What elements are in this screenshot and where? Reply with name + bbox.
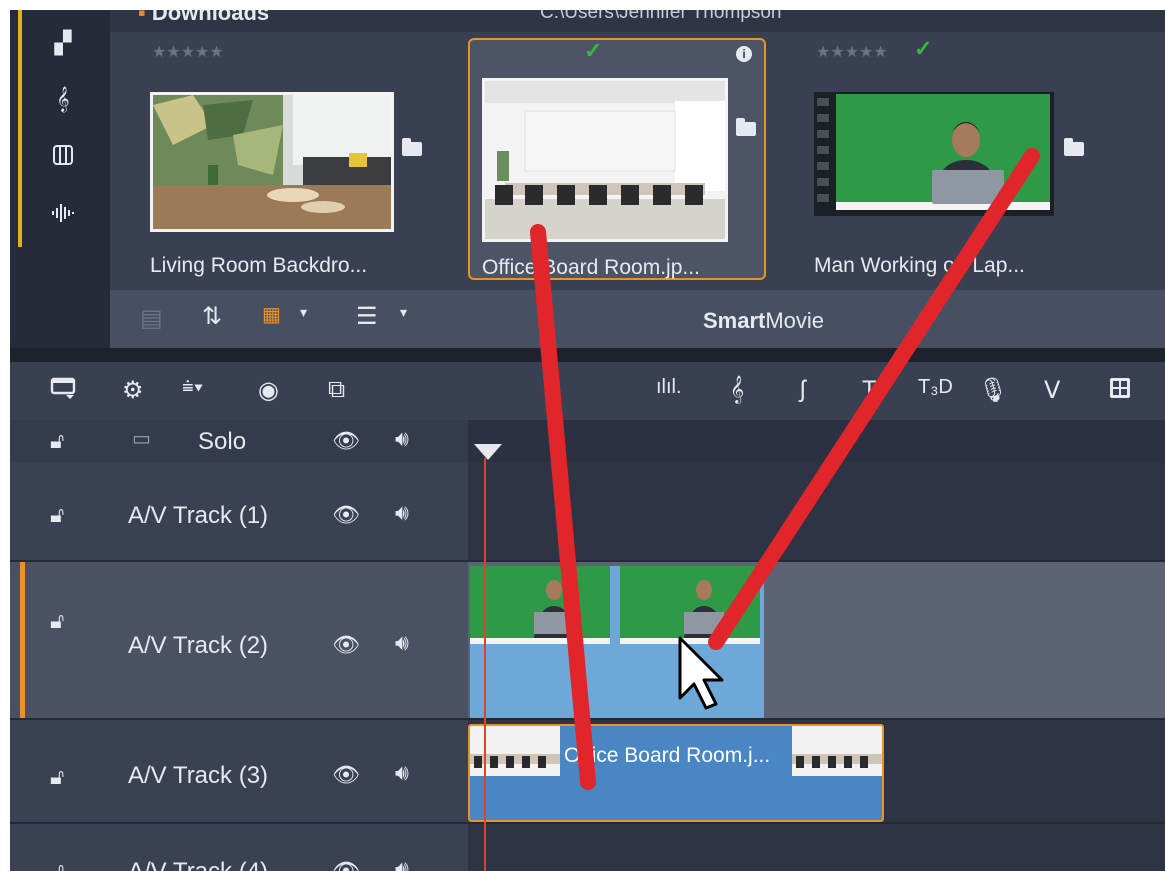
title-3d-icon[interactable]: T₃D xyxy=(918,376,953,399)
grid-view-icon[interactable]: ▦ xyxy=(262,302,281,327)
folder-title-text: Downloads xyxy=(151,10,270,25)
track-name: A/V Track (3) xyxy=(128,762,269,789)
item-label: Living Room Backdro... xyxy=(150,254,368,277)
list-view-icon[interactable]: ☰ xyxy=(356,302,378,331)
swap-icon[interactable]: ⇅ xyxy=(202,302,222,331)
item-label: Office Board Room.jp... xyxy=(482,256,700,279)
clip-label: Office Board Room.j... xyxy=(564,744,771,767)
monitor-icon[interactable] xyxy=(50,376,76,407)
folder-icon[interactable] xyxy=(402,138,422,156)
track-solo: 🔓︎ ▭ Solo 👁︎ 🔊︎ xyxy=(10,420,1165,462)
track-header: 🔓︎ A/V Track (3) 👁︎ 🔊︎ xyxy=(10,720,468,824)
library-path-bar: ▪ Downloads C:\Users\Jennifer Thompson xyxy=(110,10,1165,32)
lock-icon[interactable]: 🔓︎ xyxy=(50,764,64,790)
eye-icon[interactable]: 👁︎ xyxy=(332,762,360,788)
timeline-toolbar: ⚙ ⩧▾ ◉ ⧉ ılıl. 𝄞 ʃ T T₃D 🎙 ᐯ xyxy=(10,362,1165,420)
panel-divider[interactable] xyxy=(10,348,1165,362)
music-clef-icon[interactable]: 𝄞 xyxy=(50,86,76,112)
microphone-icon[interactable]: 🎙 xyxy=(978,376,1008,405)
clip-icon[interactable]: ▭ xyxy=(132,426,151,451)
check-icon: ✓ xyxy=(914,36,933,61)
smartmovie-rest: Movie xyxy=(765,308,825,333)
speaker-icon[interactable]: 🔊︎ xyxy=(395,856,409,871)
smartmovie-bold: Smart xyxy=(703,308,766,333)
track-selected-marker xyxy=(20,562,25,720)
audio-mixer-icon[interactable]: ılıl. xyxy=(656,376,682,399)
library-grid: ★★★★★ Living Room Backdro... ✓ i Office … xyxy=(110,32,1165,290)
folder-icon[interactable] xyxy=(736,118,756,136)
library-sidebar: ▞ 𝄞 xyxy=(10,10,110,348)
lock-icon[interactable]: 🔓︎ xyxy=(50,608,64,634)
track-name: A/V Track (4) xyxy=(128,858,268,871)
music-clef-icon[interactable]: 𝄞 xyxy=(730,376,744,404)
playhead-line[interactable] xyxy=(484,458,486,871)
speaker-icon[interactable]: 🔊︎ xyxy=(395,760,409,786)
smartmovie-button[interactable]: SmartMovie xyxy=(703,308,824,334)
track-header: 🔓︎ ▭ Solo 👁︎ 🔊︎ xyxy=(10,420,468,462)
track-name: A/V Track (2) xyxy=(128,632,269,659)
thumbnail-man-working xyxy=(814,92,1054,216)
layers-icon[interactable]: ⧉ xyxy=(328,376,345,404)
library-panel: ▞ 𝄞 ▪ Downloads C:\Users\Jennifer Thompso… xyxy=(10,10,1165,348)
track-av-4: 🔓︎ A/V Track (4) 👁︎ 🔊︎ xyxy=(10,824,1165,871)
eye-icon[interactable]: 👁︎ xyxy=(332,428,360,454)
track-lane[interactable] xyxy=(468,420,1165,462)
gear-icon[interactable]: ⚙ xyxy=(122,376,144,405)
track-av-1: 🔓︎ A/V Track (1) 👁︎ 🔊︎ xyxy=(10,462,1165,562)
library-toolbar: ▤ ⇅ ▦ ▾ ☰ ▾ SmartMovie xyxy=(110,290,1165,348)
eye-icon[interactable]: 👁︎ xyxy=(332,858,360,871)
grid-icon[interactable] xyxy=(1108,376,1132,407)
check-icon: ✓ xyxy=(584,38,603,63)
dragged-clip[interactable] xyxy=(470,566,764,720)
track-lane[interactable] xyxy=(468,824,1165,871)
image-stack-icon[interactable]: ▞ xyxy=(50,30,76,56)
audio-wave-icon[interactable] xyxy=(50,202,76,228)
track-name: Solo xyxy=(198,428,247,455)
playhead-handle[interactable] xyxy=(474,444,502,460)
track-header: 🔓︎ A/V Track (2) 👁︎ 🔊︎ xyxy=(10,562,468,720)
thumbnail-office-board-room xyxy=(482,78,728,242)
rating-stars[interactable]: ★★★★★ xyxy=(816,42,888,62)
library-item[interactable]: ★★★★★ Living Room Backdro... xyxy=(120,38,422,280)
eye-icon[interactable]: 👁︎ xyxy=(332,632,360,658)
track-av-2: 🔓︎ A/V Track (2) 👁︎ 🔊︎ xyxy=(10,562,1165,720)
info-icon[interactable]: i xyxy=(736,46,752,62)
speaker-icon[interactable]: 🔊︎ xyxy=(395,500,409,526)
item-label: Man Working on Lap... xyxy=(814,254,1025,277)
thumbnail-living-room xyxy=(150,92,394,232)
library-accent-bar xyxy=(18,10,22,247)
lock-icon[interactable]: 🔓︎ xyxy=(50,502,64,528)
timeline-clip-selected[interactable]: Office Board Room.j... xyxy=(468,724,884,822)
copy-icon[interactable]: ▤ xyxy=(140,304,163,333)
track-header: 🔓︎ A/V Track (4) 👁︎ 🔊︎ xyxy=(10,824,468,871)
app-window: ▞ 𝄞 ▪ Downloads C:\Users\Jennifer Thompso… xyxy=(10,10,1165,871)
folder-title[interactable]: ▪ Downloads xyxy=(138,10,269,26)
chevron-down-icon[interactable]: ▾ xyxy=(300,304,307,321)
lock-icon[interactable]: 🔓︎ xyxy=(50,858,64,871)
track-header: 🔓︎ A/V Track (1) 👁︎ 🔊︎ xyxy=(10,462,468,562)
folder-path: C:\Users\Jennifer Thompson xyxy=(540,10,782,23)
lock-icon[interactable]: 🔓︎ xyxy=(50,428,64,454)
track-options-icon[interactable]: ⩧▾ xyxy=(182,376,203,399)
piano-icon[interactable] xyxy=(50,144,76,170)
eye-icon[interactable]: 👁︎ xyxy=(332,502,360,528)
track-av-3: 🔓︎ A/V Track (3) 👁︎ 🔊︎ Office Board Room… xyxy=(10,720,1165,824)
speaker-icon[interactable]: 🔊︎ xyxy=(395,426,409,452)
rating-stars[interactable]: ★★★★★ xyxy=(152,42,224,62)
transition-icon[interactable]: ᐯ xyxy=(1044,376,1060,405)
disc-icon[interactable]: ◉ xyxy=(258,376,279,405)
track-name: A/V Track (1) xyxy=(128,502,269,529)
library-item[interactable]: ★★★★★ ✓ Man Working on Lap... xyxy=(786,36,1084,280)
chevron-down-icon[interactable]: ▾ xyxy=(400,304,407,321)
folder-icon[interactable] xyxy=(1064,138,1084,156)
speaker-icon[interactable]: 🔊︎ xyxy=(395,630,409,656)
s-icon[interactable]: ʃ xyxy=(800,376,805,404)
library-item-selected[interactable]: ✓ i Office Board Room.jp... xyxy=(468,38,766,280)
title-icon[interactable]: T xyxy=(862,376,877,404)
track-lane[interactable] xyxy=(468,462,1165,562)
